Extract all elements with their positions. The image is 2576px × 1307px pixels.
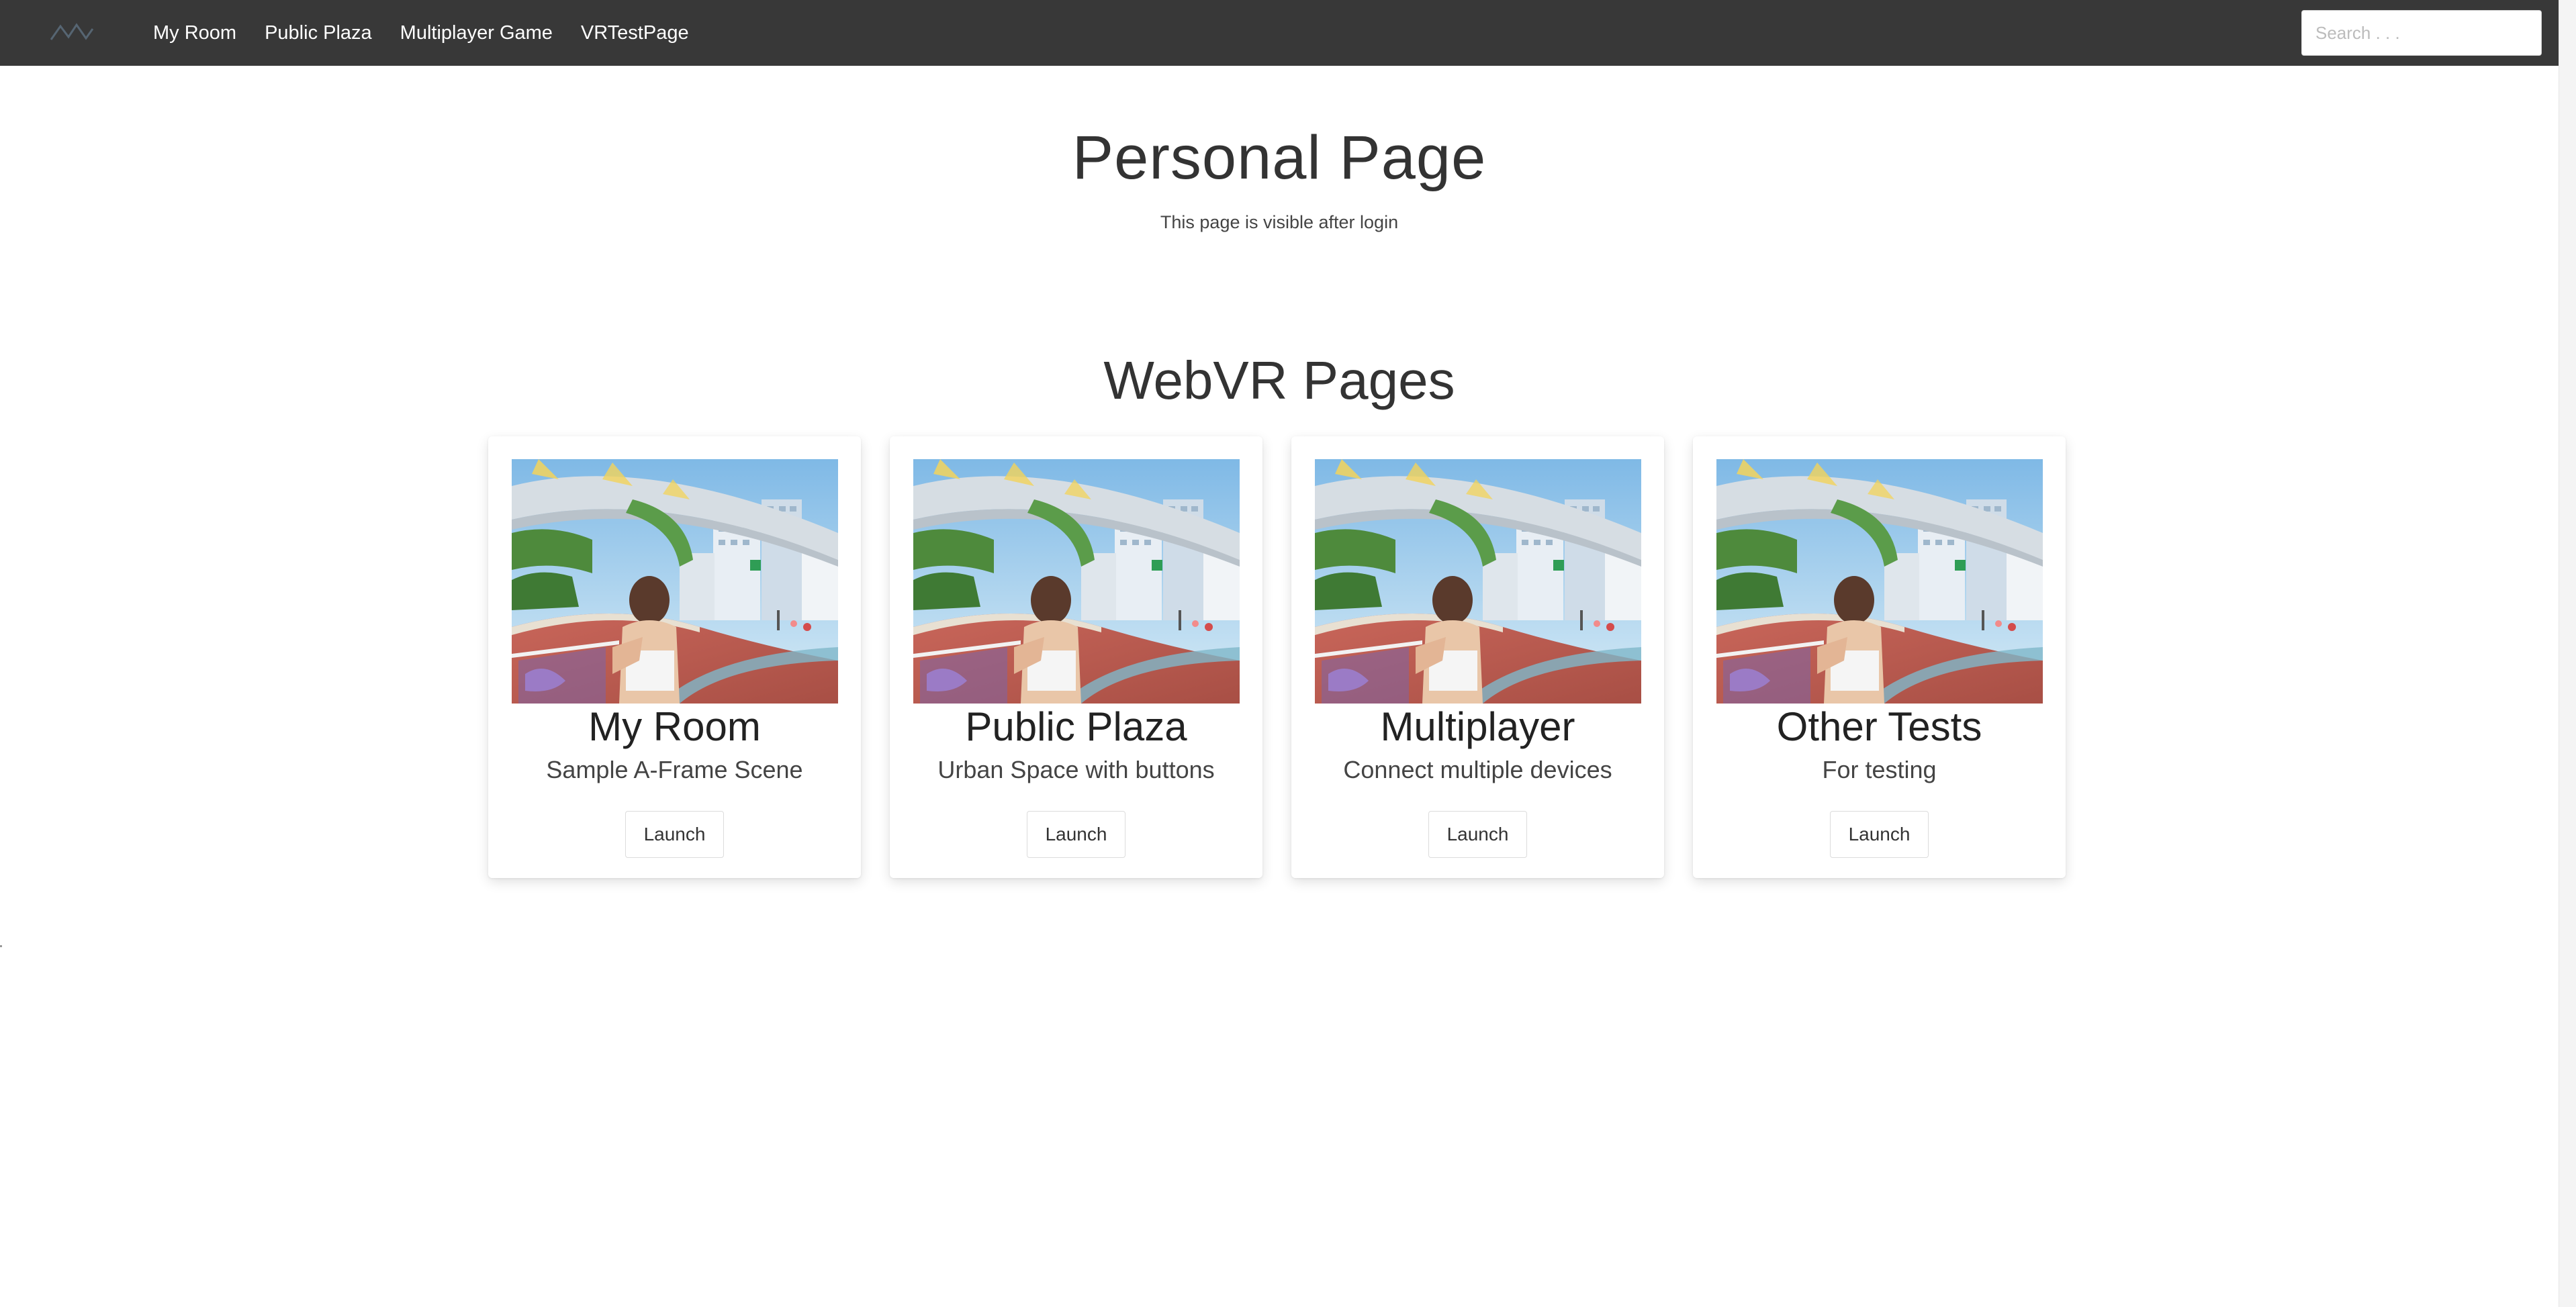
page-subtitle: This page is visible after login (1160, 212, 1399, 233)
card-description: Urban Space with buttons (937, 756, 1215, 783)
brand-logo[interactable] (48, 19, 95, 46)
launch-button[interactable]: Launch (625, 811, 724, 858)
card-description: Sample A-Frame Scene (546, 756, 803, 783)
page-title: Personal Page (1072, 124, 1487, 192)
nav-link-multiplayer-game[interactable]: Multiplayer Game (400, 22, 553, 44)
card-grid: My Room Sample A-Frame Scene Launch Publ… (488, 436, 2066, 878)
card-title: My Room (588, 704, 761, 749)
nav-links: My Room Public Plaza Multiplayer Game VR… (153, 22, 717, 44)
page-edge-mark (0, 945, 2, 947)
card-description: Connect multiple devices (1343, 756, 1612, 783)
card-description: For testing (1822, 756, 1937, 783)
nav-link-my-room[interactable]: My Room (153, 22, 236, 44)
card-image (1314, 459, 1641, 704)
card-image (913, 459, 1240, 704)
card-image (1716, 459, 2043, 704)
launch-button[interactable]: Launch (1027, 811, 1125, 858)
top-navbar: My Room Public Plaza Multiplayer Game VR… (0, 0, 2559, 66)
nav-link-vrtestpage[interactable]: VRTestPage (581, 22, 689, 44)
card-other-tests: Other Tests For testing Launch (1693, 436, 2066, 878)
card-title: Public Plaza (965, 704, 1187, 749)
card-public-plaza: Public Plaza Urban Space with buttons La… (890, 436, 1262, 878)
section-title: WebVR Pages (1103, 350, 1455, 410)
card-my-room: My Room Sample A-Frame Scene Launch (488, 436, 861, 878)
page-header: Personal Page This page is visible after… (0, 66, 2559, 233)
card-title: Other Tests (1776, 704, 1982, 749)
launch-button[interactable]: Launch (1428, 811, 1527, 858)
card-multiplayer: Multiplayer Connect multiple devices Lau… (1291, 436, 1664, 878)
nav-link-public-plaza[interactable]: Public Plaza (265, 22, 372, 44)
launch-button[interactable]: Launch (1830, 811, 1929, 858)
card-image (511, 459, 838, 704)
search-input[interactable] (2301, 10, 2542, 56)
vertical-scrollbar[interactable] (2559, 0, 2576, 1307)
card-title: Multiplayer (1380, 704, 1575, 749)
